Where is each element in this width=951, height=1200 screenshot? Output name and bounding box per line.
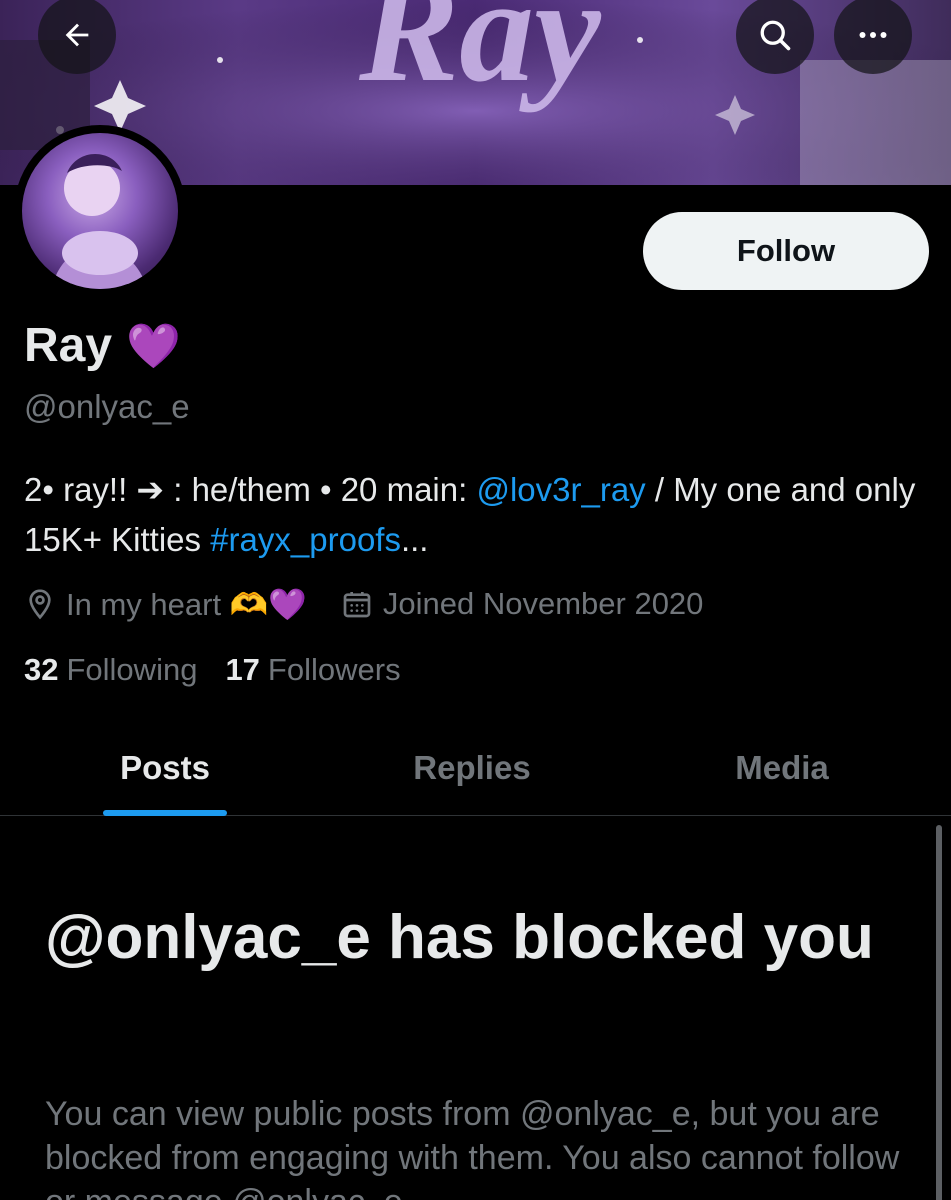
banner-title: Ray — [358, 0, 602, 113]
blocked-message: You can view public posts from @onlyac_e… — [45, 1095, 900, 1200]
blocked-title: @onlyac_e has blocked you — [45, 903, 874, 972]
following-count: 32 — [24, 652, 59, 687]
display-name: Ray 💜 — [24, 318, 181, 373]
location-text: In my heart 🫶💜 — [66, 586, 307, 622]
more-horizontal-icon — [859, 32, 887, 38]
arrow-left-icon — [65, 23, 89, 47]
followers-label: Followers — [267, 652, 401, 687]
bio-text-3: ... — [400, 521, 429, 558]
bio-hashtag-link[interactable]: #rayx_proofs — [210, 521, 401, 558]
bio-text-1: 2• ray!! ➔ : he/them • 20 main: — [24, 471, 477, 508]
profile-bio: 2• ray!! ➔ : he/them • 20 main: @lov3r_r… — [24, 465, 929, 565]
avatar[interactable] — [14, 125, 186, 297]
followers-count: 17 — [225, 652, 260, 687]
follow-stats: 32 Following 17 Followers — [24, 652, 429, 688]
profile-tabs: Posts Replies Media — [0, 720, 951, 816]
follow-button[interactable]: Follow — [643, 212, 929, 290]
purple-heart-emoji: 💜 — [126, 321, 181, 371]
avatar-image — [22, 133, 178, 289]
profile-handle: @onlyac_e — [24, 388, 190, 425]
joined-text: Joined November 2020 — [382, 586, 704, 621]
display-name-text: Ray — [24, 319, 113, 372]
tab-posts[interactable]: Posts — [0, 720, 330, 816]
following-link[interactable]: 32 Following — [24, 652, 197, 688]
location: In my heart 🫶💜 — [24, 586, 307, 623]
join-date: Joined November 2020 — [341, 586, 704, 622]
profile-meta: In my heart 🫶💜 Joined November 2020 — [24, 582, 737, 626]
calendar-icon — [343, 592, 371, 618]
followers-link[interactable]: 17 Followers — [225, 652, 400, 688]
bio-mention-link[interactable]: @lov3r_ray — [476, 471, 645, 508]
scrollbar[interactable] — [936, 825, 942, 1200]
active-tab-indicator — [103, 810, 227, 816]
search-icon — [760, 20, 791, 51]
tab-media[interactable]: Media — [627, 720, 937, 816]
tab-replies[interactable]: Replies — [317, 720, 627, 816]
location-pin-icon — [29, 589, 51, 620]
following-label: Following — [66, 652, 198, 687]
